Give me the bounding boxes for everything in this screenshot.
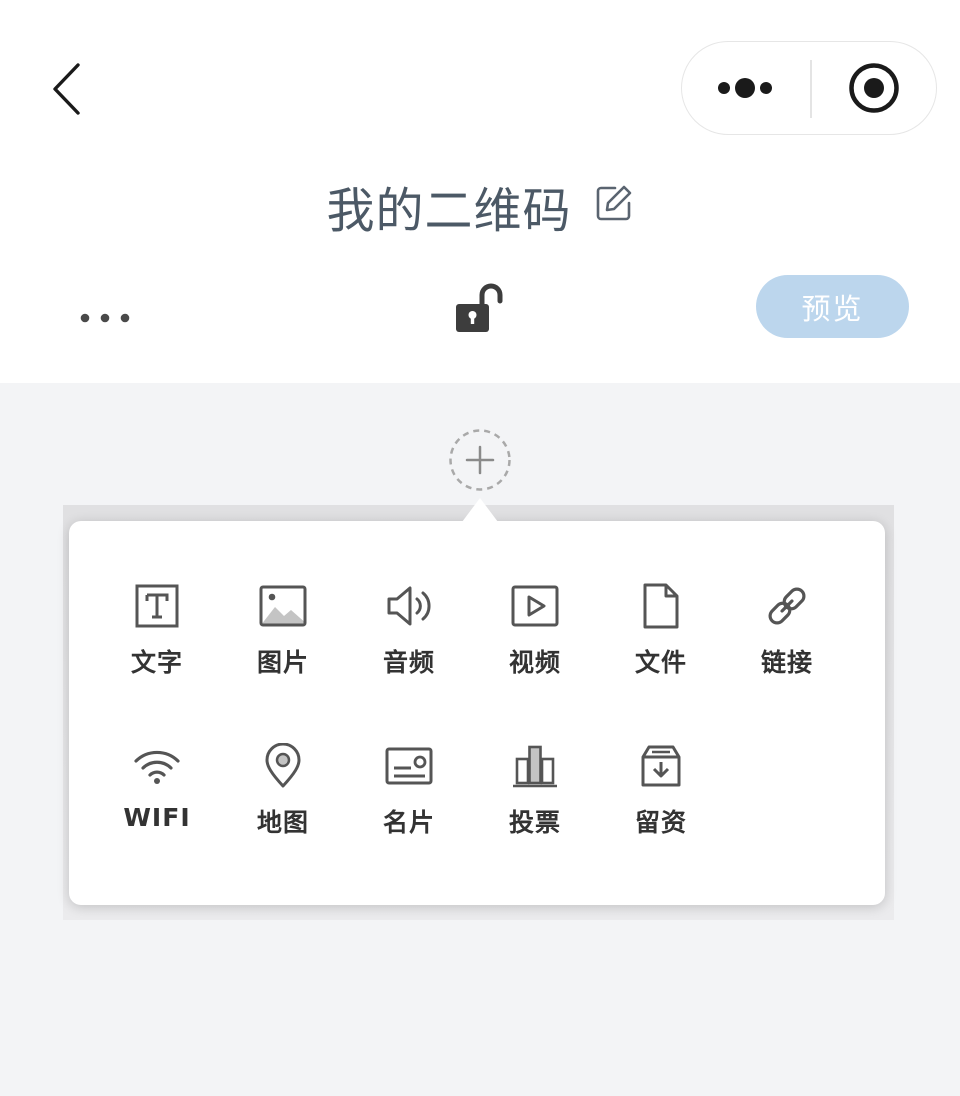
edit-icon [596,185,631,221]
menu-item-label: 文字 [130,648,183,677]
more-dots-icon [718,78,772,98]
capsule-close-button[interactable] [812,42,936,134]
menu-item-audio[interactable]: 音频 [354,575,464,685]
link-icon [768,587,806,625]
edit-title-button[interactable] [594,183,634,223]
menu-item-collect-info[interactable]: 留资 [606,735,716,845]
unlocked-padlock-icon [456,283,503,332]
mini-program-capsule [681,41,937,135]
add-circle-dashed-icon [449,429,511,491]
more-options-button[interactable] [70,296,140,340]
target-circle-icon [849,63,899,113]
menu-pointer-arrow [462,498,498,522]
back-button[interactable] [36,56,96,122]
chevron-left-icon [53,63,80,115]
menu-item-label: 图片 [256,648,309,677]
menu-item-label: WIFI [123,803,191,832]
menu-item-file[interactable]: 文件 [606,575,716,685]
menu-item-text[interactable]: 文字 [102,575,212,685]
add-content-button[interactable] [448,428,512,492]
file-icon [643,583,679,629]
image-icon [259,585,307,627]
menu-item-label: 文件 [634,648,687,677]
header-area: 我的二维码 预览 [0,0,960,383]
menu-item-label: 名片 [382,808,435,837]
preview-button[interactable]: 预览 [756,275,909,338]
capsule-more-button[interactable] [682,42,810,134]
video-icon [511,585,559,627]
audio-icon [387,586,431,626]
menu-item-label: 视频 [508,648,561,677]
menu-item-label: 留资 [634,808,687,837]
ellipsis-icon [80,313,130,323]
page-title: 我的二维码 [326,183,572,239]
vote-bar-icon [513,745,557,788]
business-card-icon [385,747,433,785]
menu-item-vote[interactable]: 投票 [480,735,590,845]
menu-item-wifi[interactable]: WIFI [102,735,212,845]
menu-item-label: 链接 [760,648,813,677]
menu-item-label: 音频 [382,648,435,677]
menu-item-video[interactable]: 视频 [480,575,590,685]
menu-item-label: 地图 [256,808,309,837]
menu-item-label: 投票 [508,808,561,837]
page: 我的二维码 预览 文字 图片 音频 视频 文件 链接 WIFI 地图 名片 投票… [0,0,960,1096]
menu-item-link[interactable]: 链接 [732,575,842,685]
wifi-icon [134,750,180,784]
menu-item-image[interactable]: 图片 [228,575,338,685]
menu-item-map[interactable]: 地图 [228,735,338,845]
menu-item-business-card[interactable]: 名片 [354,735,464,845]
collect-info-icon [641,745,681,787]
text-icon [135,584,179,628]
title-row: 我的二维码 [0,170,960,242]
map-pin-icon [265,743,301,788]
lock-toggle-button[interactable] [448,278,508,338]
